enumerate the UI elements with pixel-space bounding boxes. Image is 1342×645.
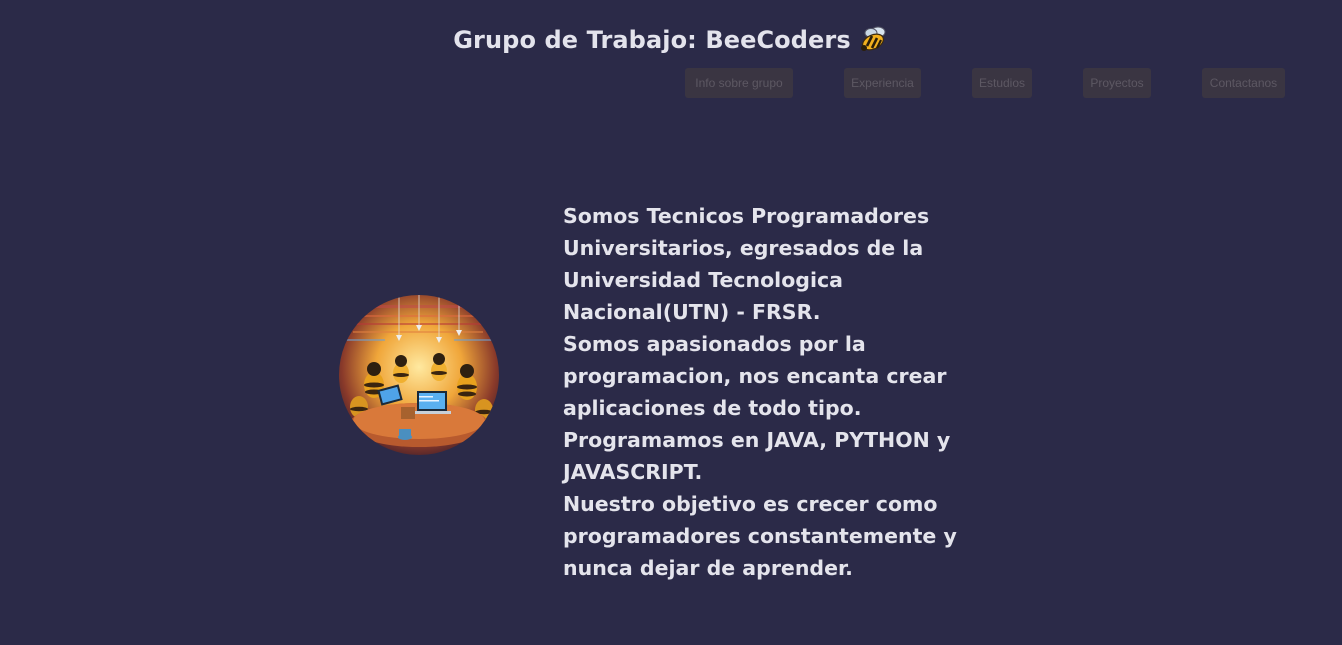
about-paragraph: Nuestro objetivo es crecer como programa… bbox=[563, 492, 957, 580]
nav-experiencia-button[interactable]: Experiencia bbox=[844, 68, 921, 98]
main-nav: Info sobre grupo Experiencia Estudios Pr… bbox=[0, 68, 1342, 98]
about-text: Somos Tecnicos Programadores Universitar… bbox=[563, 200, 1008, 584]
about-paragraph: Somos Tecnicos Programadores Universitar… bbox=[563, 204, 930, 324]
nav-estudios-button[interactable]: Estudios bbox=[972, 68, 1032, 98]
bee-icon bbox=[859, 26, 889, 58]
page-title: Grupo de Trabajo: BeeCoders bbox=[0, 26, 1342, 58]
nav-contactanos-button[interactable]: Contactanos bbox=[1202, 68, 1285, 98]
page: Grupo de Trabajo: BeeCoders Info sobre g… bbox=[0, 0, 1342, 645]
about-paragraph: Somos apasionados por la programacion, n… bbox=[563, 332, 947, 420]
nav-proyectos-button[interactable]: Proyectos bbox=[1083, 68, 1151, 98]
nav-info-button[interactable]: Info sobre grupo bbox=[685, 68, 793, 98]
group-avatar-image bbox=[339, 295, 499, 455]
about-paragraph: Programamos en JAVA, PYTHON y JAVASCRIPT… bbox=[563, 428, 951, 484]
page-title-text: Grupo de Trabajo: BeeCoders bbox=[453, 26, 851, 54]
